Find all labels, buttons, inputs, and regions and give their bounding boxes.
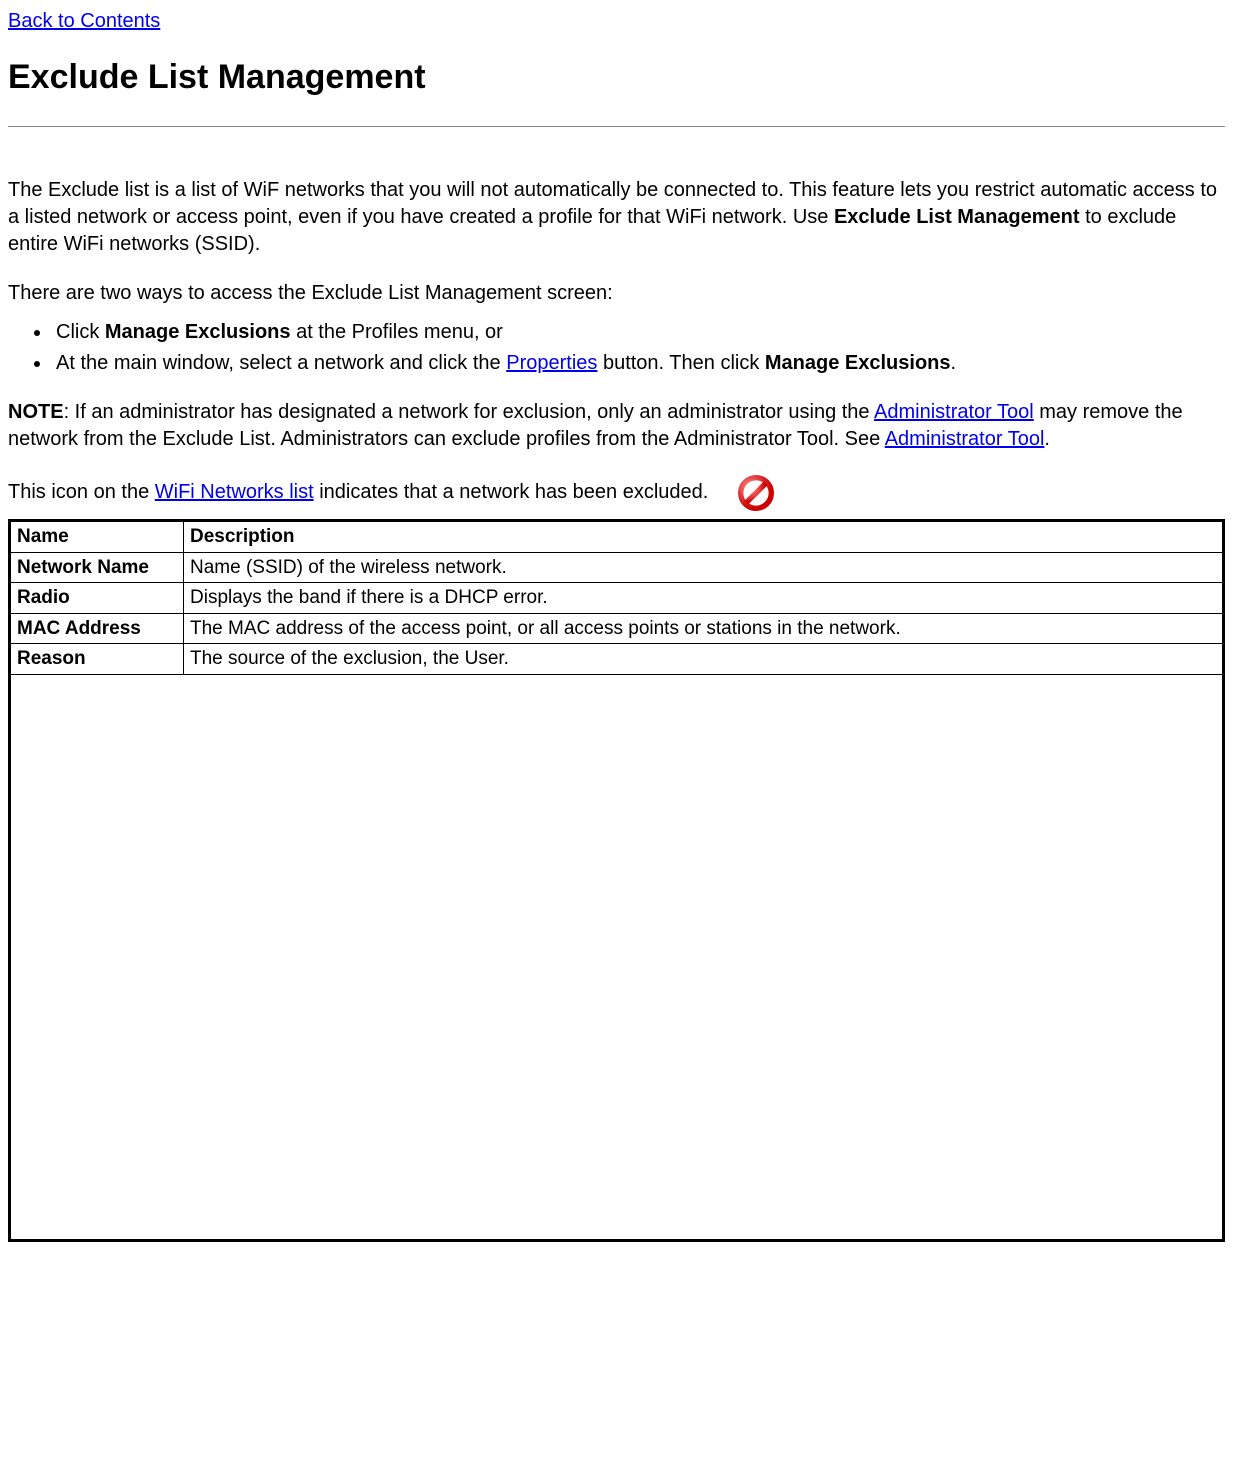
icon-description-row: This icon on the WiFi Networks list indi… (8, 475, 1225, 511)
intro-bold-1: Exclude List Management (834, 206, 1080, 228)
definitions-table-wrapper: Name Description Network Name Name (SSID… (8, 519, 1225, 1242)
list-item: At the main window, select a network and… (52, 350, 1225, 377)
table-row: Radio Displays the band if there is a DH… (10, 583, 1224, 614)
table-header-row: Name Description (10, 520, 1224, 552)
header-description: Description (184, 520, 1224, 552)
cell-description: Displays the band if there is a DHCP err… (184, 583, 1224, 614)
cell-description: Name (SSID) of the wireless network. (184, 552, 1224, 583)
wifi-networks-list-link[interactable]: WiFi Networks list (155, 481, 314, 503)
table-row: Network Name Name (SSID) of the wireless… (10, 552, 1224, 583)
cell-description: The source of the exclusion, the User. (184, 644, 1224, 675)
table-row-empty (10, 675, 1224, 1241)
bullet-text: Click (56, 321, 105, 343)
icon-text-a: This icon on the (8, 481, 155, 503)
back-to-contents-link[interactable]: Back to Contents (8, 10, 160, 32)
cell-name: Reason (10, 644, 184, 675)
note-paragraph: NOTE: If an administrator has designated… (8, 399, 1225, 453)
page-title: Exclude List Management (8, 55, 1225, 101)
table-row: MAC Address The MAC address of the acces… (10, 613, 1224, 644)
exclude-icon (738, 475, 774, 511)
administrator-tool-link[interactable]: Administrator Tool (874, 401, 1034, 423)
cell-name: Radio (10, 583, 184, 614)
cell-description: The MAC address of the access point, or … (184, 613, 1224, 644)
icon-text-b: indicates that a network has been exclud… (314, 481, 709, 503)
divider (8, 126, 1225, 127)
bullet-bold: Manage Exclusions (765, 352, 951, 374)
header-name: Name (10, 520, 184, 552)
bullet-bold: Manage Exclusions (105, 321, 291, 343)
access-methods-list: Click Manage Exclusions at the Profiles … (8, 319, 1225, 377)
bullet-text: button. Then click (597, 352, 765, 374)
properties-link[interactable]: Properties (506, 352, 597, 374)
intro-paragraph-2: There are two ways to access the Exclude… (8, 280, 1225, 307)
note-label: NOTE (8, 401, 64, 423)
intro-paragraph-1: The Exclude list is a list of WiF networ… (8, 177, 1225, 258)
note-text: . (1044, 428, 1050, 450)
definitions-table: Name Description Network Name Name (SSID… (8, 519, 1225, 1242)
bullet-text: . (951, 352, 957, 374)
list-item: Click Manage Exclusions at the Profiles … (52, 319, 1225, 346)
icon-line-text: This icon on the WiFi Networks list indi… (8, 479, 708, 506)
note-text: : If an administrator has designated a n… (64, 401, 874, 423)
table-row: Reason The source of the exclusion, the … (10, 644, 1224, 675)
cell-name: Network Name (10, 552, 184, 583)
bullet-text: at the Profiles menu, or (291, 321, 503, 343)
cell-name: MAC Address (10, 613, 184, 644)
bullet-text: At the main window, select a network and… (56, 352, 506, 374)
administrator-tool-link-2[interactable]: Administrator Tool (885, 428, 1045, 450)
